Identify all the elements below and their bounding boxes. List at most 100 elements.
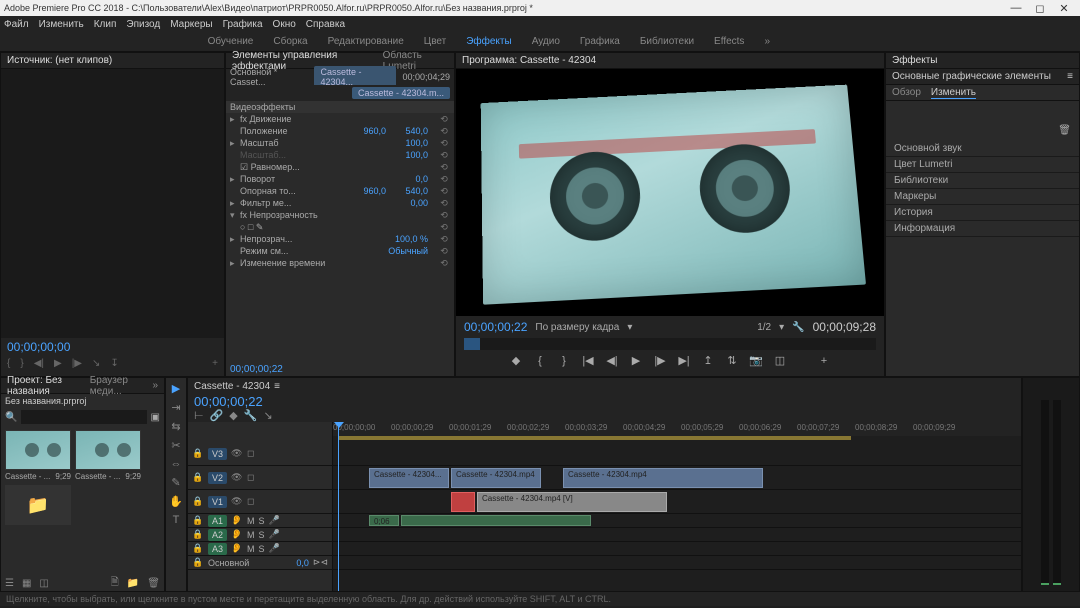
folder-thumb[interactable]: 📁: [5, 485, 71, 525]
new-item-icon[interactable]: 🗎: [111, 575, 119, 592]
step-fwd-icon[interactable]: |▶: [72, 358, 82, 369]
ec-property-row[interactable]: Положение960,0540,0⟲: [226, 125, 454, 137]
icon-view-icon[interactable]: ▦: [22, 578, 31, 589]
settings-icon[interactable]: 🔧: [792, 322, 804, 333]
effects-category-item[interactable]: Цвет Lumetri: [886, 157, 1079, 173]
minimize-button[interactable]: —: [1004, 2, 1028, 14]
track-header-A2[interactable]: 🔒A2👂MS🎤: [188, 528, 332, 542]
track-v3-lane[interactable]: [333, 442, 1021, 466]
mark-in-icon[interactable]: {: [7, 358, 10, 369]
bin-icon[interactable]: ▣: [151, 412, 160, 423]
source-tab[interactable]: Источник: (нет клипов): [7, 55, 112, 66]
ec-property-row[interactable]: Режим см...Обычный⟲: [226, 245, 454, 257]
ws-overflow-icon[interactable]: »: [764, 36, 770, 47]
ec-property-row[interactable]: ☑ Равномер...⟲: [226, 161, 454, 173]
settings-icon[interactable]: 🔧: [244, 409, 258, 422]
ec-property-row[interactable]: ▸Изменение времени⟲: [226, 257, 454, 269]
mark-in-icon[interactable]: {: [532, 355, 548, 367]
mark-out-icon[interactable]: }: [556, 355, 572, 367]
track-header-V2[interactable]: 🔒V2👁◻: [188, 466, 332, 490]
selection-tool-icon[interactable]: ▶: [172, 382, 180, 395]
track-header-A3[interactable]: 🔒A3👂MS🎤: [188, 542, 332, 556]
close-button[interactable]: ✕: [1052, 2, 1076, 15]
effects-category-item[interactable]: Маркеры: [886, 189, 1079, 205]
link-icon[interactable]: 🔗: [210, 409, 224, 422]
menu-edit[interactable]: Изменить: [39, 19, 84, 30]
ec-property-row[interactable]: ▸Непрозрач...100,0 %⟲: [226, 233, 454, 245]
track-v2-lane[interactable]: Cassette - 42304... Cassette - 42304.mp4…: [333, 466, 1021, 490]
pen-tool-icon[interactable]: ✎: [171, 476, 180, 489]
clip-a1b[interactable]: [401, 515, 591, 526]
ws-graphics[interactable]: Графика: [580, 36, 620, 47]
clip-v2-a[interactable]: Cassette - 42304...: [369, 468, 449, 488]
source-timecode[interactable]: 00;00;00;00: [7, 340, 218, 354]
menu-sequence[interactable]: Эпизод: [126, 19, 160, 30]
track-master-lane[interactable]: [333, 556, 1021, 570]
menu-graphics[interactable]: Графика: [223, 19, 263, 30]
clip-v1-fx[interactable]: [451, 492, 475, 512]
ec-property-row[interactable]: ▸Фильтр ме...0,00⟲: [226, 197, 454, 209]
goto-in-icon[interactable]: |◀: [580, 354, 596, 367]
ec-property-row[interactable]: Опорная то...960,0540,0⟲: [226, 185, 454, 197]
ws-color[interactable]: Цвет: [424, 36, 446, 47]
step-fwd-icon[interactable]: |▶: [652, 354, 668, 367]
clip-v2-c[interactable]: Cassette - 42304.mp4: [563, 468, 763, 488]
overwrite-icon[interactable]: ↧: [110, 358, 118, 369]
razor-tool-icon[interactable]: ✂: [171, 439, 180, 452]
delete-icon[interactable]: 🗑: [1058, 125, 1071, 136]
program-viewport[interactable]: [456, 69, 884, 316]
ec-property-row[interactable]: ▸fx Движение⟲: [226, 113, 454, 125]
timeline-ruler[interactable]: 00;00;00;0000;00;00;2900;00;01;2900;00;0…: [333, 422, 1021, 436]
lift-icon[interactable]: ↥: [700, 354, 716, 367]
playhead[interactable]: [338, 422, 339, 591]
clip-v1[interactable]: Cassette - 42304.mp4 [V]: [477, 492, 667, 512]
menu-clip[interactable]: Клип: [94, 19, 117, 30]
mark-out-icon[interactable]: }: [20, 358, 23, 369]
track-a3-lane[interactable]: [333, 542, 1021, 556]
insert-icon[interactable]: ↘: [92, 358, 100, 369]
ws-libraries[interactable]: Библиотеки: [640, 36, 694, 47]
timeline-tracks-area[interactable]: 00;00;00;0000;00;00;2900;00;01;2900;00;0…: [333, 422, 1021, 591]
slip-tool-icon[interactable]: ⇔: [171, 458, 182, 470]
ripple-tool-icon[interactable]: ⇆: [171, 420, 180, 433]
effects-category-item[interactable]: Библиотеки: [886, 173, 1079, 189]
menu-markers[interactable]: Маркеры: [170, 19, 212, 30]
program-tab[interactable]: Программа: Cassette - 42304: [462, 55, 596, 66]
add-btn-icon[interactable]: +: [212, 358, 218, 369]
sequence-tab[interactable]: Cassette - 42304: [194, 381, 270, 392]
snap-icon[interactable]: ⊢: [194, 409, 204, 422]
add-marker-icon[interactable]: ◆: [508, 354, 524, 367]
effects-category-item[interactable]: Информация: [886, 221, 1079, 237]
track-select-tool-icon[interactable]: ⇥: [171, 401, 180, 414]
wrench-icon[interactable]: ↘: [263, 409, 272, 422]
ws-assembly[interactable]: Сборка: [273, 36, 307, 47]
timeline-timecode[interactable]: 00;00;00;22: [194, 394, 273, 409]
maximize-button[interactable]: ◻: [1028, 2, 1052, 15]
effects-tab[interactable]: Эффекты: [892, 55, 937, 66]
fit-dropdown[interactable]: По размеру кадра: [535, 322, 619, 333]
extract-icon[interactable]: ⇅: [724, 354, 740, 367]
track-header-V1[interactable]: 🔒V1👁◻: [188, 490, 332, 514]
track-header-master[interactable]: 🔒Основной0,0⊳⊲: [188, 556, 332, 570]
clip-a1[interactable]: 0;06: [369, 515, 399, 526]
clip-thumb[interactable]: Cassette - ... 9;29: [5, 430, 71, 481]
step-back-icon[interactable]: ◀|: [34, 358, 44, 369]
panel-menu-icon[interactable]: ≡: [1067, 71, 1073, 82]
clip-thumb[interactable]: Cassette - ... 9;29: [75, 430, 141, 481]
ec-pill[interactable]: Cassette - 42304.m...: [352, 87, 450, 99]
program-timecode[interactable]: 00;00;00;22: [464, 320, 527, 334]
export-frame-icon[interactable]: 📷: [748, 354, 764, 367]
zoom-dropdown[interactable]: 1/2: [757, 322, 771, 333]
play-icon[interactable]: ▶: [54, 358, 62, 369]
dropdown-icon[interactable]: ▾: [627, 322, 632, 333]
freeform-icon[interactable]: ◫: [39, 578, 48, 589]
step-back-icon[interactable]: ◀|: [604, 354, 620, 367]
add-btn-icon[interactable]: +: [816, 355, 832, 367]
work-area-bar[interactable]: [338, 436, 851, 440]
new-bin-icon[interactable]: 📁: [127, 578, 139, 589]
ec-property-row[interactable]: ▸Масштаб100,0⟲: [226, 137, 454, 149]
play-icon[interactable]: ▶: [628, 354, 644, 367]
search-input[interactable]: [21, 410, 146, 424]
ws-effects[interactable]: Эффекты: [466, 36, 511, 47]
ws-editing[interactable]: Редактирование: [328, 36, 404, 47]
